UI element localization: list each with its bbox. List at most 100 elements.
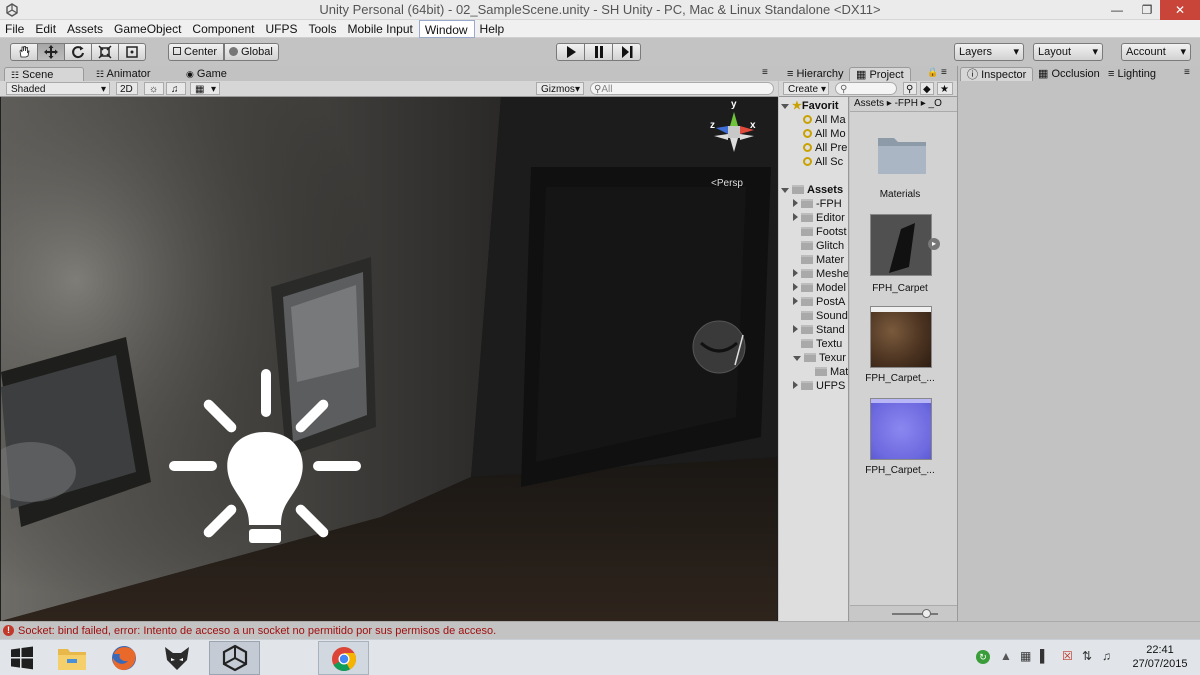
projection-toggle[interactable]: <Persp [711, 178, 743, 189]
chrome-taskbar-button[interactable] [318, 641, 369, 675]
space-global-toggle[interactable]: Global [224, 43, 279, 61]
tree-item[interactable]: Sound [801, 309, 848, 323]
asset-item-materials[interactable]: Materials [850, 117, 957, 202]
layers-dropdown[interactable]: Layers ▾ [954, 43, 1024, 61]
filter-by-label-button[interactable]: ◆ [920, 82, 934, 95]
tree-item[interactable]: All Pre [803, 141, 847, 155]
volume-icon[interactable]: ♫ [1102, 649, 1111, 663]
maximize-button[interactable]: ❐ [1132, 0, 1162, 20]
toggle-2d-button[interactable]: 2D [116, 82, 138, 95]
breadcrumb-item[interactable]: Assets [854, 98, 884, 109]
menu-window[interactable]: Window [418, 20, 475, 38]
menu-tools[interactable]: Tools [303, 20, 342, 36]
favorite-button[interactable]: ★ [937, 82, 953, 95]
tree-item[interactable]: Meshe [793, 267, 848, 281]
slider-thumb[interactable] [922, 609, 931, 618]
hand-tool-button[interactable] [10, 43, 38, 61]
panel-menu-icon[interactable]: ≡ [1184, 67, 1190, 78]
scene-audio-toggle[interactable]: ♫ [166, 82, 186, 95]
tab-hierarchy[interactable]: ≡ Hierarchy [781, 67, 850, 81]
favorites-header[interactable]: ★Favorit [781, 99, 839, 113]
tree-item[interactable]: UFPS [793, 379, 845, 393]
tab-game[interactable]: ◉ Game [180, 67, 233, 81]
scene-effects-dropdown[interactable]: ▦ ▾ [190, 82, 220, 95]
pivot-center-toggle[interactable]: Center [168, 43, 224, 61]
asset-item-mesh[interactable]: ▸ FPH_Carpet [850, 213, 957, 298]
scene-lighting-toggle[interactable]: ☼ [144, 82, 164, 95]
tab-animator[interactable]: ☷ Animator [90, 67, 157, 81]
tree-item[interactable]: All Ma [803, 113, 846, 127]
sync-icon[interactable]: ⇅ [1082, 649, 1092, 663]
tree-item-label: Mater [816, 254, 845, 266]
pause-button[interactable] [584, 43, 613, 61]
menu-assets[interactable]: Assets [62, 20, 109, 36]
notification-icon[interactable]: ▲ [1000, 649, 1012, 663]
close-button[interactable]: ✕ [1160, 0, 1200, 20]
rotate-icon [72, 46, 84, 59]
tree-item[interactable]: PostA [793, 295, 845, 309]
breadcrumb-item[interactable]: -FPH [895, 98, 918, 109]
asset-item-texture-albedo[interactable]: FPH_Carpet_... [850, 305, 957, 390]
asset-item-texture-normal[interactable]: FPH_Carpet_... [850, 397, 957, 482]
tree-item[interactable]: Model [793, 281, 846, 295]
move-tool-button[interactable] [37, 43, 65, 61]
tab-scene[interactable]: ☷ Scene [4, 67, 84, 81]
tree-item[interactable]: All Sc [803, 155, 843, 169]
firefox-taskbar-button[interactable] [100, 641, 148, 675]
unity-taskbar-button[interactable] [209, 641, 260, 675]
layout-dropdown[interactable]: Layout ▾ [1033, 43, 1103, 61]
status-bar[interactable]: ! Socket: bind failed, error: Intento de… [0, 621, 1200, 639]
thumbnail-size-slider[interactable] [850, 605, 957, 621]
tree-item[interactable]: Textu [801, 337, 842, 351]
tab-inspector[interactable]: ⓘ Inspector [960, 67, 1034, 81]
account-dropdown[interactable]: Account ▾ [1121, 43, 1191, 61]
menu-help[interactable]: Help [475, 20, 511, 36]
network-icon[interactable]: ▌ [1040, 649, 1049, 663]
tree-item[interactable]: Editor [793, 211, 845, 225]
panel-menu-icon[interactable]: ≡ [941, 67, 947, 78]
create-dropdown[interactable]: Create ▾ [783, 82, 829, 95]
gizmos-dropdown[interactable]: Gizmos ▾ [536, 82, 584, 95]
tree-item[interactable]: -FPH [793, 197, 842, 211]
step-button[interactable] [612, 43, 641, 61]
windows-flag-icon[interactable]: ▦ [1020, 649, 1031, 663]
tree-item[interactable]: Mat [815, 365, 848, 379]
breadcrumb-item[interactable]: _O [929, 98, 942, 109]
menu-gameobject[interactable]: GameObject [109, 20, 187, 36]
tree-item[interactable]: Footst [801, 225, 847, 239]
expand-asset-icon[interactable]: ▸ [928, 238, 940, 250]
rect-tool-button[interactable] [118, 43, 146, 61]
update-icon[interactable]: ↻ [976, 650, 990, 664]
lock-icon[interactable]: 🔒 [927, 67, 938, 78]
tab-lighting[interactable]: ≡ Lighting [1102, 67, 1162, 81]
menu-mobile-input[interactable]: Mobile Input [342, 20, 418, 36]
tree-item[interactable]: Stand [793, 323, 845, 337]
tree-item[interactable]: All Mo [803, 127, 846, 141]
filter-by-type-button[interactable]: ⚲ [903, 82, 917, 95]
menu-component[interactable]: Component [187, 20, 260, 36]
play-button[interactable] [556, 43, 585, 61]
start-button[interactable] [0, 641, 48, 675]
tree-item[interactable]: Glitch [801, 239, 844, 253]
project-search-input[interactable]: ⚲ [835, 82, 897, 95]
scale-tool-button[interactable] [91, 43, 119, 61]
battery-warning-icon[interactable]: ☒ [1062, 649, 1073, 663]
scene-search-input[interactable]: ⚲All [590, 82, 774, 95]
rotate-tool-button[interactable] [64, 43, 92, 61]
foobar-taskbar-button[interactable] [153, 641, 201, 675]
tab-occlusion[interactable]: ▦ Occlusion [1032, 67, 1106, 81]
tree-item[interactable]: Mater [801, 253, 844, 267]
scene-orientation-gizmo[interactable]: y x z [706, 99, 762, 162]
panel-menu-icon[interactable]: ≡ [762, 67, 768, 78]
menu-ufps[interactable]: UFPS [260, 20, 303, 36]
tree-item[interactable]: Texur [793, 351, 846, 365]
taskbar-clock[interactable]: 22:41 27/07/2015 [1120, 643, 1200, 671]
minimize-button[interactable]: — [1102, 0, 1132, 20]
menu-edit[interactable]: Edit [30, 20, 62, 36]
file-explorer-taskbar-button[interactable] [48, 641, 96, 675]
assets-header[interactable]: Assets [781, 183, 843, 197]
shading-mode-dropdown[interactable]: Shaded ▾ [6, 82, 110, 95]
scene-viewport[interactable]: y x z <Persp [1, 97, 777, 621]
menu-file[interactable]: File [0, 20, 30, 36]
tab-project[interactable]: ▦ Project [849, 67, 911, 81]
